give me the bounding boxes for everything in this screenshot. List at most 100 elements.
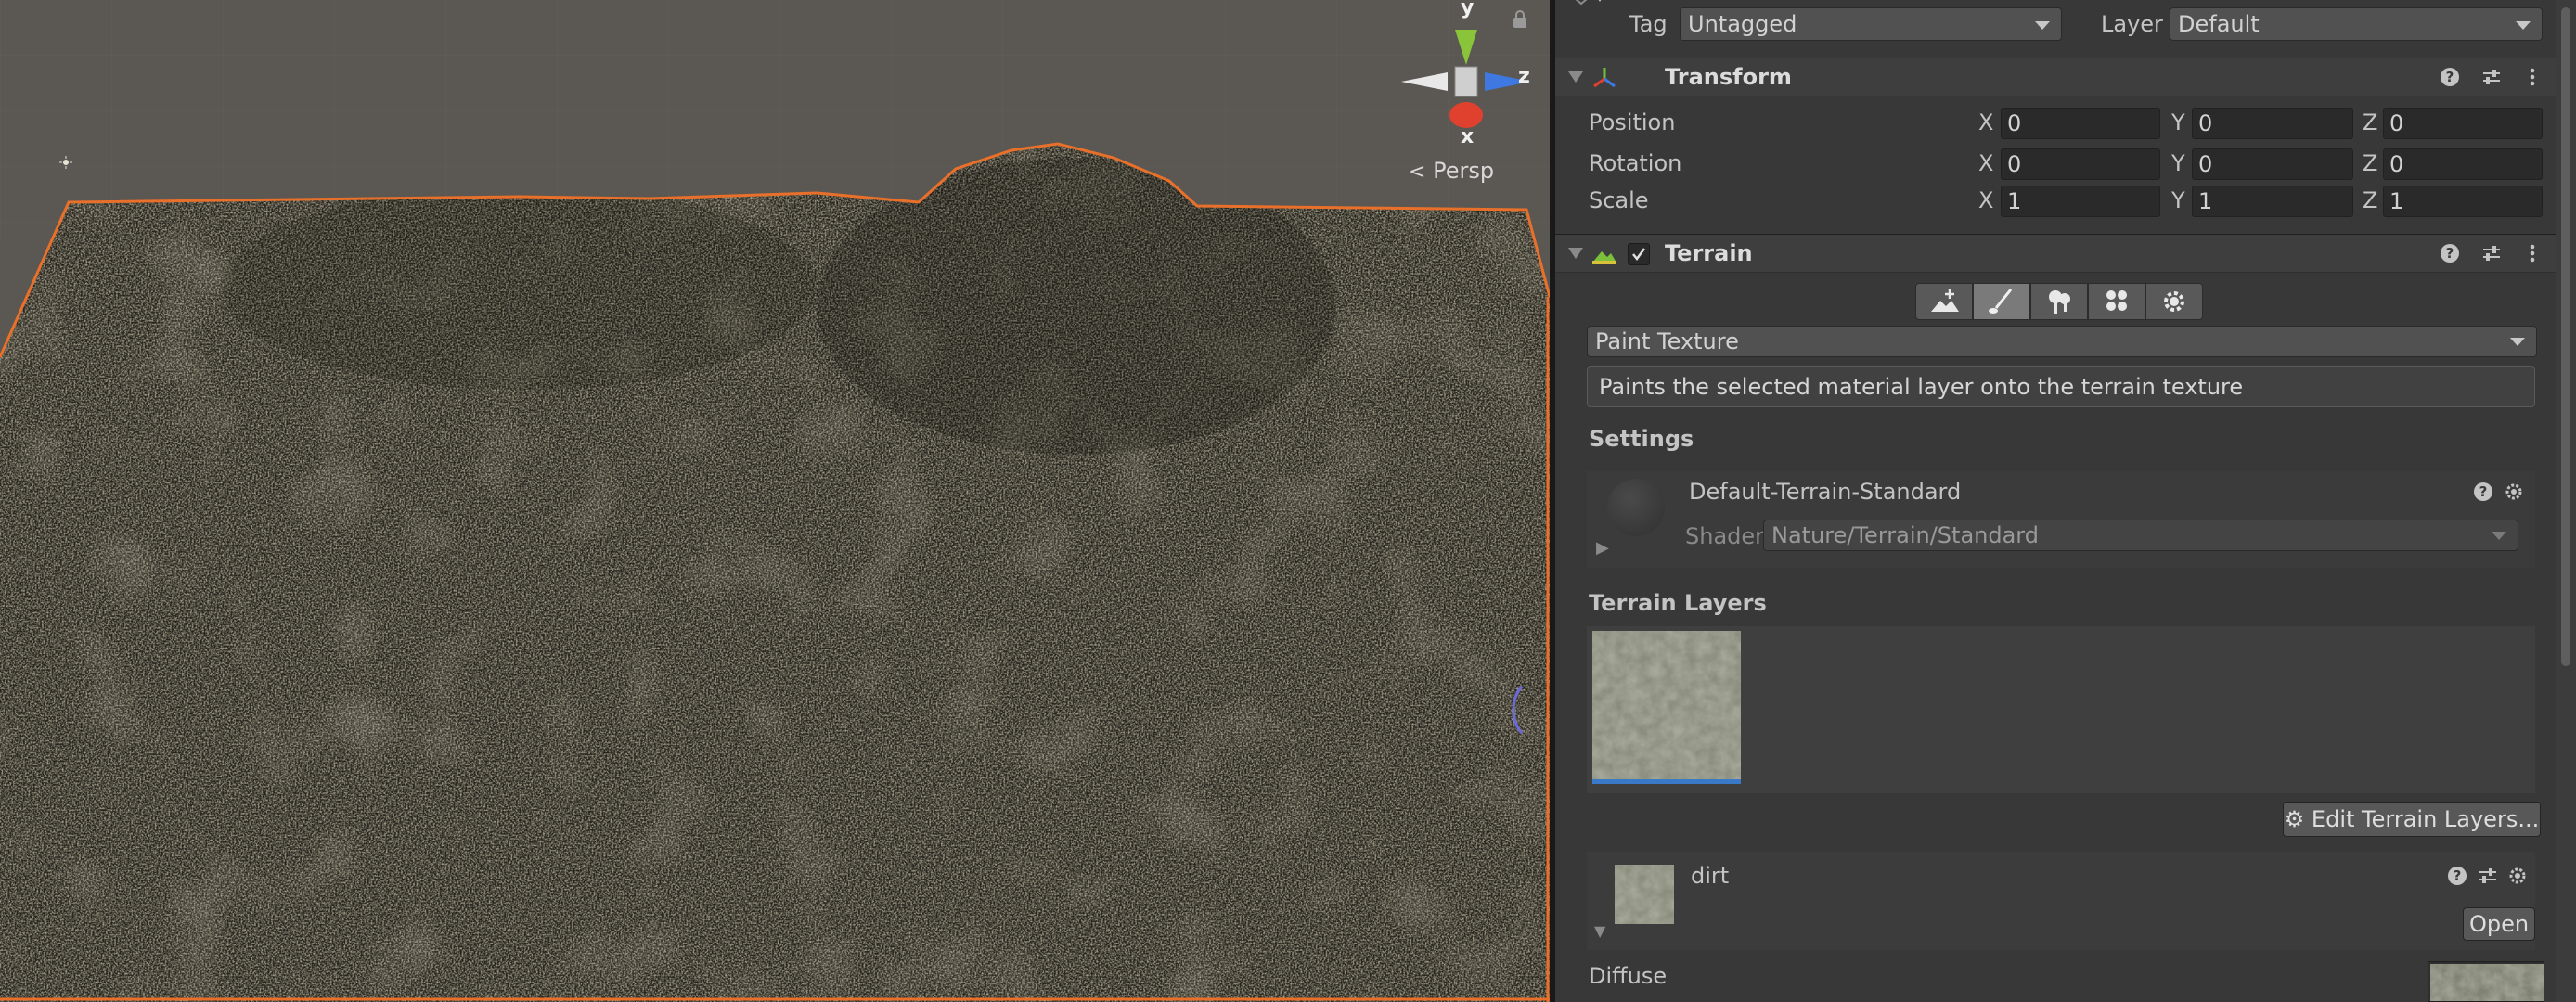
material-gear-icon[interactable] xyxy=(2504,481,2524,503)
layer-help-icon[interactable]: ? xyxy=(2448,865,2468,887)
dirt-texture-image xyxy=(1592,631,1741,779)
shader-value: Nature/Terrain/Standard xyxy=(1771,522,2039,548)
scene-view[interactable]: y z x < Persp xyxy=(0,0,1550,1002)
terrain-title: Terrain xyxy=(1665,240,1753,266)
static-dropdown-icon[interactable] xyxy=(1568,0,1605,15)
axis-y-label: Y xyxy=(2171,109,2185,135)
material-settings-box: ▶ Default-Terrain-Standard ? Shader Natu… xyxy=(1587,471,2535,568)
foldout-arrow-icon[interactable] xyxy=(1568,248,1583,259)
edit-terrain-layers-label: Edit Terrain Layers... xyxy=(2311,806,2540,832)
axis-z-label: Z xyxy=(2363,109,2378,135)
scale-x-field[interactable]: 1 xyxy=(2001,186,2160,217)
edit-terrain-layers-button[interactable]: ⚙ Edit Terrain Layers... xyxy=(2283,802,2541,837)
layer-dropdown[interactable]: Default xyxy=(2170,7,2543,41)
tool-paint-trees[interactable] xyxy=(2030,283,2088,320)
dirt-texture-image xyxy=(2430,964,2544,1001)
paint-mode-dropdown[interactable]: Paint Texture xyxy=(1587,326,2537,357)
scale-label: Scale xyxy=(1589,187,1649,213)
raise-lower-terrain-icon xyxy=(1931,289,1959,312)
help-icon[interactable]: ? xyxy=(2441,242,2461,264)
settings-heading: Settings xyxy=(1589,426,1694,452)
tool-paint-details[interactable] xyxy=(2088,283,2145,320)
layer-presets-sliders-icon[interactable] xyxy=(2478,865,2498,887)
material-name: Default-Terrain-Standard xyxy=(1689,479,1962,505)
tool-paint-texture[interactable] xyxy=(1973,283,2030,320)
layer-gear-icon[interactable] xyxy=(2507,865,2528,887)
terrain-header[interactable]: Terrain ? xyxy=(1555,234,2556,273)
chevron-down-icon xyxy=(2510,338,2525,346)
directional-light-icon[interactable] xyxy=(59,156,72,169)
axis-x-label: X xyxy=(1978,109,1994,135)
dirt-texture-image xyxy=(1615,865,1674,924)
open-layer-button[interactable]: Open xyxy=(2463,907,2535,941)
transform-header[interactable]: Transform ? xyxy=(1555,58,2556,96)
help-icon[interactable]: ? xyxy=(2441,66,2461,88)
settings-gear-icon xyxy=(2164,291,2184,312)
shader-dropdown[interactable]: Nature/Terrain/Standard xyxy=(1763,520,2518,551)
rotation-y-field[interactable]: 0 xyxy=(2192,148,2353,180)
inspector-scrollbar[interactable] xyxy=(2556,0,2576,1002)
material-preview-sphere[interactable] xyxy=(1607,479,1665,536)
kebab-menu-icon[interactable] xyxy=(2522,66,2543,88)
axis-z-label: Z xyxy=(2363,187,2378,213)
scrollbar-thumb[interactable] xyxy=(2561,7,2570,666)
gizmo-x-label: x xyxy=(1461,125,1475,148)
lock-icon[interactable] xyxy=(1508,7,1532,32)
axis-y-label: Y xyxy=(2171,187,2185,213)
persp-chevron-icon: < xyxy=(1409,161,1426,184)
layer-value: Default xyxy=(2178,11,2260,37)
position-label: Position xyxy=(1589,109,1676,135)
chevron-down-icon xyxy=(2492,532,2506,540)
chevron-down-icon xyxy=(2516,21,2531,30)
tag-label: Tag xyxy=(1629,11,1668,37)
layer-foldout-arrow-icon[interactable]: ▼ xyxy=(1594,922,1605,940)
foldout-arrow-icon[interactable] xyxy=(1568,71,1583,83)
position-x-field[interactable]: 0 xyxy=(2001,108,2160,139)
rotation-label: Rotation xyxy=(1589,150,1682,176)
terrain-enabled-checkbox[interactable] xyxy=(1628,243,1650,265)
material-foldout-arrow-icon[interactable]: ▶ xyxy=(1596,538,1609,558)
tool-terrain-settings[interactable] xyxy=(2145,283,2203,320)
tree-icon xyxy=(2049,290,2070,314)
axis-z-label: Z xyxy=(2363,150,2378,176)
layer-label: Layer xyxy=(2101,11,2163,37)
scale-z-field[interactable]: 1 xyxy=(2383,186,2543,217)
axis-x-label: X xyxy=(1978,187,1994,213)
projection-toggle[interactable]: < Persp xyxy=(1409,158,1494,184)
terrain-layers-panel xyxy=(1587,626,2535,793)
tag-dropdown[interactable]: Untagged xyxy=(1680,7,2062,41)
tag-layer-row: Tag Untagged Layer Default xyxy=(1555,0,2556,52)
shader-label: Shader xyxy=(1685,523,1765,549)
selected-layer-box: ▼ dirt ? Open xyxy=(1587,852,2535,950)
axis-y-label: Y xyxy=(2171,150,2185,176)
rotation-z-field[interactable]: 0 xyxy=(2383,148,2543,180)
gizmo-z-label: z xyxy=(1518,65,1530,88)
terrain-component-icon xyxy=(1592,251,1616,264)
position-y-field[interactable]: 0 xyxy=(2192,108,2353,139)
position-row: Position X 0 Y 0 Z 0 xyxy=(1555,104,2556,141)
persp-label: Persp xyxy=(1433,158,1495,184)
layer-name: dirt xyxy=(1691,863,1730,889)
paint-mode-value: Paint Texture xyxy=(1595,328,1739,354)
terrain-mesh[interactable] xyxy=(0,0,1550,1002)
chevron-down-icon xyxy=(2035,21,2050,30)
rotation-x-field[interactable]: 0 xyxy=(2001,148,2160,180)
gear-icon: ⚙ xyxy=(2284,806,2305,832)
scale-row: Scale X 1 Y 1 Z 1 xyxy=(1555,182,2556,219)
presets-sliders-icon[interactable] xyxy=(2481,66,2502,88)
kebab-menu-icon[interactable] xyxy=(2522,242,2543,264)
terrain-layer-thumbnail[interactable] xyxy=(1592,631,1741,784)
terrain-layers-heading: Terrain Layers xyxy=(1589,590,1767,616)
checkmark-icon xyxy=(1632,248,1646,262)
diffuse-texture-slot[interactable] xyxy=(2428,961,2544,1002)
tool-raise-lower[interactable] xyxy=(1915,283,1973,320)
scale-y-field[interactable]: 1 xyxy=(2192,186,2353,217)
tag-value: Untagged xyxy=(1688,11,1797,37)
position-z-field[interactable]: 0 xyxy=(2383,108,2543,139)
layer-small-thumbnail[interactable] xyxy=(1615,865,1674,924)
presets-sliders-icon[interactable] xyxy=(2481,242,2502,264)
inspector-panel: Tag Untagged Layer Default Transform ? P… xyxy=(1555,0,2576,1002)
material-help-icon[interactable]: ? xyxy=(2474,481,2494,503)
terrain-tool-strip xyxy=(1915,283,2203,320)
axis-x-label: X xyxy=(1978,150,1994,176)
